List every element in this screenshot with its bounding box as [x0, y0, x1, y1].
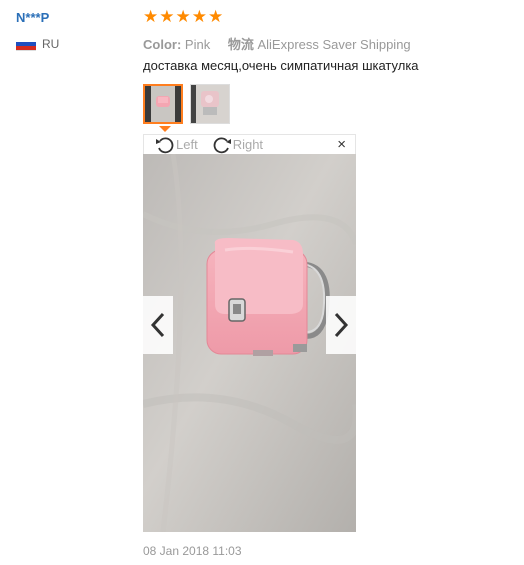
- star-icon: ★: [175, 7, 191, 26]
- rotate-left-button[interactable]: Left: [155, 136, 198, 154]
- shipping-value: AliExpress Saver Shipping: [257, 37, 411, 52]
- thumbnail-photo-1[interactable]: [143, 84, 183, 124]
- rotate-right-button[interactable]: Right: [212, 136, 263, 154]
- shipping-label: 物流: [227, 37, 254, 52]
- thumbnail-pointer: [159, 126, 171, 132]
- star-icon: ★: [191, 7, 207, 26]
- rotate-right-label: Right: [232, 137, 264, 152]
- russia-flag-icon: [16, 37, 36, 51]
- close-icon[interactable]: ×: [337, 136, 346, 153]
- previous-image-button[interactable]: [143, 296, 173, 354]
- chevron-left-icon: [150, 312, 165, 338]
- star-icon: ★: [159, 7, 175, 26]
- review-photo: [143, 154, 356, 532]
- star-icon: ★: [143, 7, 159, 26]
- color-label: Color:: [143, 37, 182, 52]
- chevron-right-icon: [334, 312, 349, 338]
- rating-stars: ★ ★ ★ ★ ★: [143, 8, 223, 25]
- color-value: Pink: [184, 37, 211, 52]
- reviewer-name: N***P: [16, 10, 50, 25]
- review-date: 08 Jan 2018 11:03: [143, 544, 242, 558]
- image-viewer: Left Right ×: [143, 134, 356, 532]
- rotate-left-label: Left: [176, 137, 198, 152]
- star-icon: ★: [208, 7, 224, 26]
- thumbnail-image: [145, 86, 181, 122]
- feedback-text: доставка месяц,очень симпатичная шкатулк…: [143, 58, 419, 73]
- thumbnail-image: [191, 85, 229, 123]
- reviewer-country: RU: [16, 37, 59, 51]
- rotate-left-icon: [156, 136, 174, 153]
- next-image-button[interactable]: [326, 296, 356, 354]
- country-code: RU: [42, 37, 60, 51]
- rotate-right-icon: [213, 136, 231, 153]
- viewer-toolbar: Left Right ×: [143, 134, 356, 154]
- thumbnail-photo-2[interactable]: [190, 84, 230, 124]
- order-info: Color: Pink 物流 AliExpress Saver Shipping: [143, 34, 411, 53]
